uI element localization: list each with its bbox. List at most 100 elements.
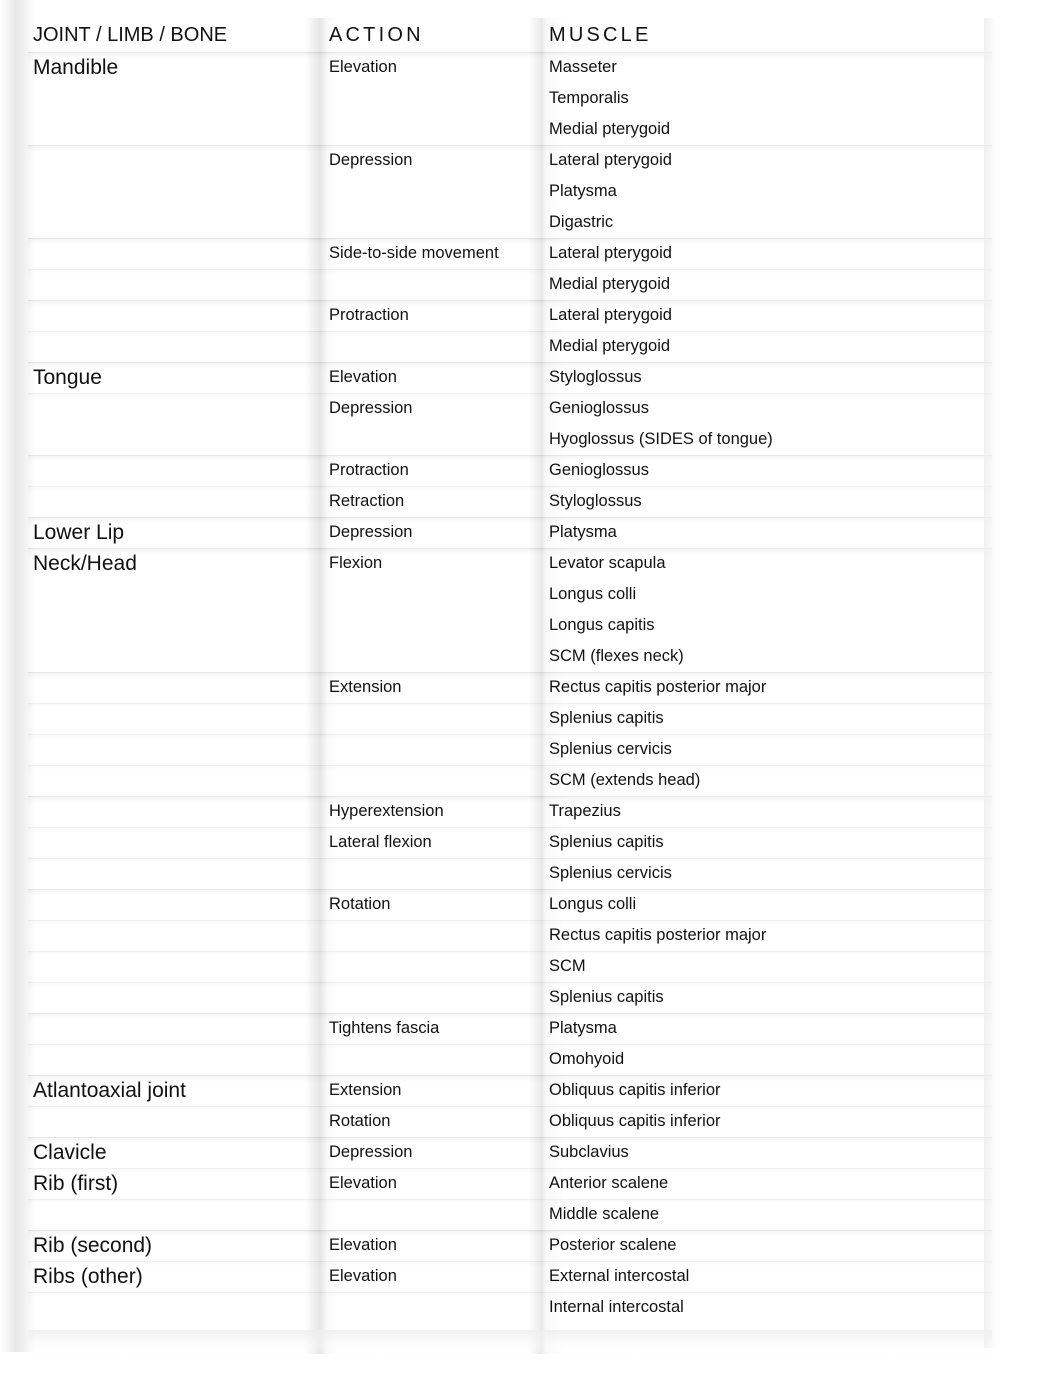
cell-action: Depression — [326, 145, 546, 176]
muscle-label: Platysma — [549, 182, 617, 200]
cell-joint — [28, 207, 326, 238]
joint-label — [28, 269, 326, 300]
joint-label — [28, 1199, 326, 1230]
cell-joint: Mandible — [28, 52, 326, 83]
cell-action: Lateral flexion — [326, 827, 546, 858]
muscle-label: Masseter — [549, 58, 617, 76]
cell-joint — [28, 889, 326, 920]
joint-label — [28, 796, 326, 827]
action-label — [326, 114, 546, 145]
cell-joint — [28, 1106, 326, 1137]
joint-label: Neck/Head — [33, 552, 137, 575]
muscle-label: Splenius cervicis — [549, 864, 672, 882]
cell-muscle: Platysma — [546, 1013, 992, 1044]
joint-label — [28, 455, 326, 486]
action-label: Depression — [329, 1143, 413, 1161]
muscle-label: SCM (flexes neck) — [549, 647, 684, 665]
table-row: Rib (second) Elevation Posterior scalene — [28, 1230, 992, 1261]
table-row: Temporalis — [28, 83, 992, 114]
cell-joint — [28, 114, 326, 145]
cell-action: Elevation — [326, 1261, 546, 1292]
cell-joint: Rib (second) — [28, 1230, 326, 1261]
cell-joint — [28, 858, 326, 889]
cell-muscle: Splenius cervicis — [546, 734, 992, 765]
cell-action: Protraction — [326, 455, 546, 486]
table-row: Depression Genioglossus — [28, 393, 992, 424]
cell-joint: Tongue — [28, 362, 326, 393]
action-label — [326, 269, 546, 300]
cell-muscle: Genioglossus — [546, 455, 992, 486]
muscle-action-table: JOINT / LIMB / BONE ACTION MUSCLE Mandib… — [28, 18, 992, 1354]
cell-joint: Neck/Head — [28, 548, 326, 579]
joint-label — [28, 238, 326, 269]
action-label — [326, 920, 546, 951]
table-row: Lower Lip Depression Platysma — [28, 517, 992, 548]
cell-action: Extension — [326, 1075, 546, 1106]
cell-action: Elevation — [326, 362, 546, 393]
cell-muscle: Splenius cervicis — [546, 858, 992, 889]
cell-joint — [28, 300, 326, 331]
joint-label — [28, 951, 326, 982]
cell-action — [326, 579, 546, 610]
column-header-joint: JOINT / LIMB / BONE — [33, 24, 228, 46]
action-label — [326, 1044, 546, 1075]
joint-label: Mandible — [33, 56, 119, 79]
table-header-row: JOINT / LIMB / BONE ACTION MUSCLE — [28, 18, 992, 52]
cell-joint — [28, 176, 326, 207]
table-row: Splenius cervicis — [28, 858, 992, 889]
cell-joint — [28, 672, 326, 703]
muscle-label: Internal intercostal — [549, 1298, 684, 1316]
table-row: Protraction Genioglossus — [28, 455, 992, 486]
action-label — [326, 765, 546, 796]
action-label: Retraction — [329, 492, 405, 510]
cell-action — [326, 269, 546, 300]
joint-label — [28, 734, 326, 765]
action-label: Rotation — [329, 1112, 391, 1130]
cell-joint: Ribs (other) — [28, 1261, 326, 1292]
muscle-label: SCM (extends head) — [549, 771, 701, 789]
header-cell-action: ACTION — [326, 18, 546, 52]
cell-muscle: SCM (flexes neck) — [546, 641, 992, 672]
muscle-label: Trapezius — [549, 802, 621, 820]
muscle-label: Platysma — [549, 523, 617, 541]
cell-action — [326, 982, 546, 1013]
cell-action: Side-to-side movement — [326, 238, 546, 269]
table-row: Rotation Obliquus capitis inferior — [28, 1106, 992, 1137]
column-header-muscle: MUSCLE — [549, 24, 652, 46]
muscle-label: Middle scalene — [549, 1205, 660, 1223]
cell-joint — [28, 610, 326, 641]
cell-action: Depression — [326, 393, 546, 424]
cell-joint — [28, 331, 326, 362]
cell-action: Hyperextension — [326, 796, 546, 827]
table-row: Extension Rectus capitis posterior major — [28, 672, 992, 703]
cell-muscle: SCM (extends head) — [546, 765, 992, 796]
cell-action: Depression — [326, 1137, 546, 1168]
cell-muscle: Rectus capitis posterior major — [546, 672, 992, 703]
cell-joint: Atlantoaxial joint — [28, 1075, 326, 1106]
joint-label — [28, 1323, 326, 1354]
cell-muscle: Masseter — [546, 52, 992, 83]
muscle-label: Longus capitis — [549, 616, 655, 634]
cell-joint — [28, 579, 326, 610]
cell-muscle: Temporalis — [546, 83, 992, 114]
cell-action — [326, 114, 546, 145]
muscle-label: Digastric — [549, 213, 614, 231]
table-row: Side-to-side movement Lateral pterygoid — [28, 238, 992, 269]
cell-joint: Lower Lip — [28, 517, 326, 548]
cell-muscle: Rectus capitis posterior major — [546, 920, 992, 951]
table-row: Neck/Head Flexion Levator scapula — [28, 548, 992, 579]
action-label — [326, 703, 546, 734]
cell-muscle: Splenius capitis — [546, 703, 992, 734]
action-label: Extension — [329, 678, 402, 696]
cell-muscle: Hyoglossus (SIDES of tongue) — [546, 424, 992, 455]
cell-muscle: Obliquus capitis inferior — [546, 1075, 992, 1106]
cell-muscle: Omohyoid — [546, 1044, 992, 1075]
cell-action — [326, 176, 546, 207]
cell-joint — [28, 269, 326, 300]
action-label: Rotation — [329, 895, 391, 913]
cell-action — [326, 858, 546, 889]
joint-label — [28, 145, 326, 176]
joint-label — [28, 300, 326, 331]
column-header-action: ACTION — [329, 24, 424, 46]
joint-label: Atlantoaxial joint — [33, 1079, 186, 1102]
